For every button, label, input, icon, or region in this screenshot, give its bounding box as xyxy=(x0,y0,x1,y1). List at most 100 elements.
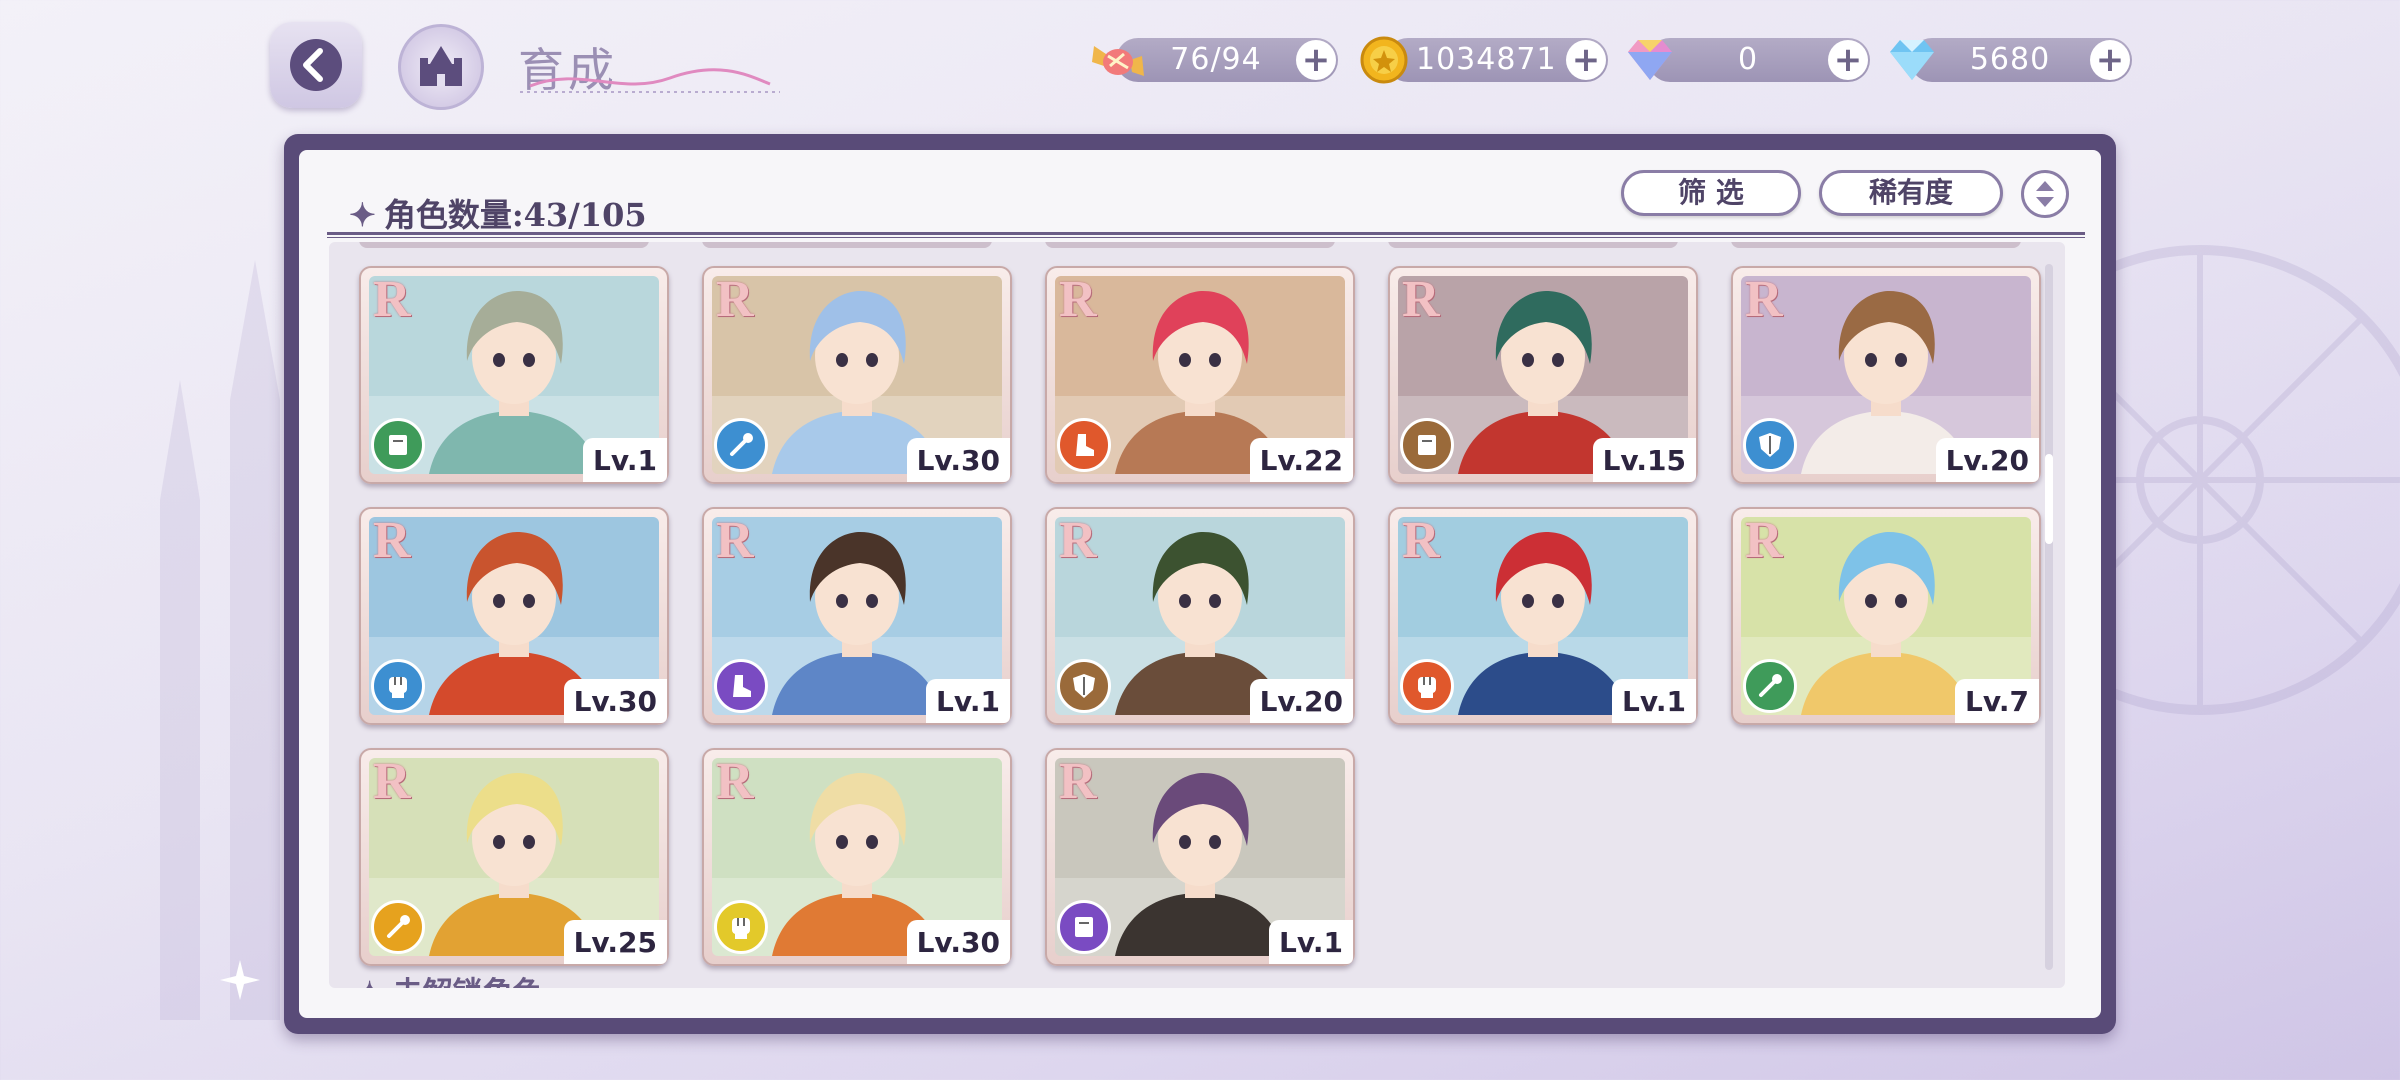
character-card[interactable]: R Lv.22 xyxy=(1045,266,1355,484)
back-arrow-icon xyxy=(290,39,342,91)
sort-arrows-icon xyxy=(2036,181,2054,207)
resource-value: 5680 xyxy=(1969,42,2051,77)
resource-paid-gem: 0 + xyxy=(1622,38,1872,82)
level-label: Lv.30 xyxy=(906,438,1010,482)
resource-stamina: 76/94 + xyxy=(1090,38,1340,82)
rarity-badge: R xyxy=(716,271,754,328)
rarity-badge: R xyxy=(373,753,411,810)
header-divider xyxy=(327,232,2085,238)
wand-icon xyxy=(1759,674,1782,697)
fist-icon xyxy=(1418,677,1436,698)
character-card[interactable]: R Lv.15 xyxy=(1388,266,1698,484)
card-edge xyxy=(359,242,649,248)
level-label: Lv.1 xyxy=(1269,920,1353,964)
locked-section-label: ✦ 未解锁角色 xyxy=(357,968,543,988)
class-badge xyxy=(371,900,425,954)
coin-icon xyxy=(1360,36,1408,84)
class-badge xyxy=(714,659,768,713)
level-label: Lv.1 xyxy=(926,679,1010,723)
character-card[interactable]: R Lv.7 xyxy=(1731,507,2041,725)
level-label: Lv.22 xyxy=(1249,438,1353,482)
character-panel: ✦角色数量:43/105 筛 选 稀有度 ✦ 未解锁角色 RLv.1RLv.30… xyxy=(284,134,2116,1034)
class-badge xyxy=(1057,418,1111,472)
rarity-badge: R xyxy=(716,753,754,810)
character-card[interactable]: R Lv.30 xyxy=(702,266,1012,484)
sparkle-icon xyxy=(220,960,260,1000)
add-stamina-button[interactable]: + xyxy=(1296,40,1336,80)
scrollbar[interactable] xyxy=(2045,264,2053,970)
filter-button[interactable]: 筛 选 xyxy=(1621,170,1801,216)
class-badge xyxy=(1400,659,1454,713)
rarity-badge: R xyxy=(716,512,754,569)
title-decoration xyxy=(520,68,780,93)
rarity-badge: R xyxy=(373,512,411,569)
level-label: Lv.7 xyxy=(1955,679,2039,723)
level-label: Lv.30 xyxy=(563,679,667,723)
add-gold-button[interactable]: + xyxy=(1566,40,1606,80)
add-paid-gem-button[interactable]: + xyxy=(1828,40,1868,80)
resource-value: 0 xyxy=(1737,42,1759,77)
card-edge xyxy=(1388,242,1678,248)
class-badge xyxy=(371,418,425,472)
character-card[interactable]: R Lv.1 xyxy=(359,266,669,484)
castle-home-icon xyxy=(420,46,462,86)
character-card[interactable]: R Lv.25 xyxy=(359,748,669,966)
rarity-badge: R xyxy=(1402,271,1440,328)
character-card[interactable]: R Lv.1 xyxy=(702,507,1012,725)
home-button[interactable] xyxy=(398,24,484,110)
rarity-sort-button[interactable]: 稀有度 xyxy=(1819,170,2003,216)
level-label: Lv.1 xyxy=(1612,679,1696,723)
add-gem-button[interactable]: + xyxy=(2090,40,2130,80)
sort-order-button[interactable] xyxy=(2021,170,2069,218)
scrollbar-thumb[interactable] xyxy=(2045,454,2053,544)
locked-section-text: 未解锁角色 xyxy=(393,976,543,988)
level-label: Lv.20 xyxy=(1935,438,2039,482)
class-badge xyxy=(371,659,425,713)
character-panel-inner: ✦角色数量:43/105 筛 选 稀有度 ✦ 未解锁角色 RLv.1RLv.30… xyxy=(299,150,2101,1018)
boot-icon xyxy=(733,675,751,697)
card-edge xyxy=(702,242,992,248)
resource-gem: 5680 + xyxy=(1884,38,2134,82)
wand-icon xyxy=(387,915,410,938)
resource-gold: 1034871 + xyxy=(1360,36,1610,84)
rarity-badge: R xyxy=(1059,512,1097,569)
character-card[interactable]: R Lv.30 xyxy=(359,507,669,725)
rarity-badge: R xyxy=(1059,271,1097,328)
character-card[interactable]: R Lv.1 xyxy=(1388,507,1698,725)
class-badge xyxy=(1057,659,1111,713)
character-count-text: 角色数量:43/105 xyxy=(383,196,647,234)
book-icon xyxy=(1418,435,1436,455)
rarity-badge: R xyxy=(373,271,411,328)
rarity-badge: R xyxy=(1059,753,1097,810)
book-icon xyxy=(389,435,407,455)
wand-icon xyxy=(730,433,753,456)
character-card[interactable]: R Lv.1 xyxy=(1045,748,1355,966)
level-label: Lv.25 xyxy=(563,920,667,964)
card-edge xyxy=(1045,242,1335,248)
level-label: Lv.15 xyxy=(1592,438,1696,482)
class-badge xyxy=(1743,659,1797,713)
rarity-badge: R xyxy=(1745,271,1783,328)
card-edge xyxy=(1731,242,2021,248)
resource-value: 1034871 xyxy=(1416,42,1557,77)
book-icon xyxy=(1075,917,1093,937)
star-icon: ✦ xyxy=(349,196,376,234)
shield-icon xyxy=(1759,433,1781,457)
resource-value: 76/94 xyxy=(1170,42,1262,77)
level-label: Lv.30 xyxy=(906,920,1010,964)
level-label: Lv.20 xyxy=(1249,679,1353,723)
rainbow-gem-icon xyxy=(1628,40,1672,80)
character-grid[interactable]: ✦ 未解锁角色 R Lv.1 R Lv.30 R Lv.22 R Lv.15 R Lv.20 R Lv… xyxy=(329,242,2065,988)
character-card[interactable]: R Lv.30 xyxy=(702,748,1012,966)
star-icon: ✦ xyxy=(357,976,393,988)
character-card[interactable]: R Lv.20 xyxy=(1731,266,2041,484)
diamond-icon xyxy=(1890,40,1934,80)
back-button[interactable] xyxy=(270,22,362,108)
class-badge xyxy=(1743,418,1797,472)
character-card[interactable]: R Lv.20 xyxy=(1045,507,1355,725)
rarity-badge: R xyxy=(1745,512,1783,569)
boot-icon xyxy=(1076,434,1094,456)
class-badge xyxy=(1400,418,1454,472)
fist-icon xyxy=(389,677,407,698)
candy-icon xyxy=(1092,46,1144,76)
